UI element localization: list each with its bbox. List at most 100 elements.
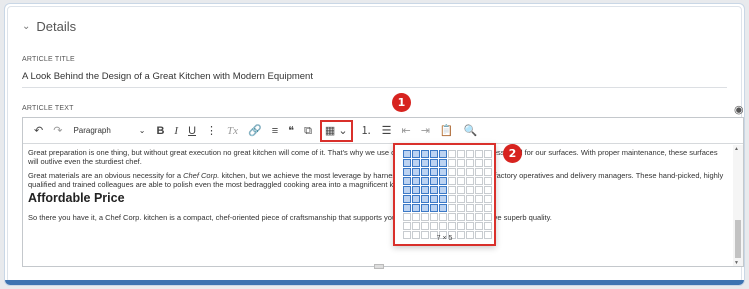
table-grid-cell[interactable] bbox=[439, 177, 447, 185]
table-grid-cell[interactable] bbox=[448, 213, 456, 221]
undo-icon[interactable]: ↶ bbox=[29, 122, 48, 140]
scroll-up-icon[interactable]: ▲ bbox=[734, 146, 739, 152]
table-grid-cell[interactable] bbox=[484, 150, 492, 158]
italic-button[interactable]: I bbox=[169, 122, 183, 140]
table-grid-cell[interactable] bbox=[412, 159, 420, 167]
insert-table-button[interactable]: ▦ ⌄ bbox=[319, 119, 353, 142]
table-grid-cell[interactable] bbox=[430, 204, 438, 212]
table-grid-cell[interactable] bbox=[403, 150, 411, 158]
scroll-down-icon[interactable]: ▼ bbox=[734, 260, 739, 266]
table-grid-cell[interactable] bbox=[475, 204, 483, 212]
table-grid-cell[interactable] bbox=[466, 150, 474, 158]
underline-button[interactable]: U bbox=[183, 122, 201, 140]
align-icon[interactable]: ≡ bbox=[267, 122, 283, 140]
details-section-toggle[interactable]: ⌄ Details bbox=[22, 19, 76, 34]
table-grid-cell[interactable] bbox=[475, 213, 483, 221]
table-grid-cell[interactable] bbox=[430, 159, 438, 167]
table-grid-cell[interactable] bbox=[448, 204, 456, 212]
blockquote-icon[interactable]: ❝ bbox=[283, 122, 299, 140]
table-grid-cell[interactable] bbox=[484, 213, 492, 221]
table-grid-cell[interactable] bbox=[484, 204, 492, 212]
table-grid-cell[interactable] bbox=[412, 150, 420, 158]
table-grid-cell[interactable] bbox=[412, 222, 420, 230]
table-grid-cell[interactable] bbox=[403, 177, 411, 185]
table-grid-cell[interactable] bbox=[457, 204, 465, 212]
table-grid-cell[interactable] bbox=[430, 150, 438, 158]
insert-media-icon[interactable]: ⧉ bbox=[299, 122, 317, 140]
table-grid-cell[interactable] bbox=[439, 222, 447, 230]
table-grid-cell[interactable] bbox=[457, 150, 465, 158]
table-grid-cell[interactable] bbox=[466, 195, 474, 203]
table-grid-cell[interactable] bbox=[484, 177, 492, 185]
link-icon[interactable]: 🔗 bbox=[243, 122, 267, 140]
clear-format-icon[interactable]: Tx bbox=[222, 122, 243, 140]
outdent-icon[interactable]: ⇤ bbox=[396, 122, 415, 140]
table-grid-cell[interactable] bbox=[412, 204, 420, 212]
table-grid-cell[interactable] bbox=[430, 168, 438, 176]
table-grid-cell[interactable] bbox=[439, 159, 447, 167]
table-grid-cell[interactable] bbox=[457, 159, 465, 167]
table-grid-cell[interactable] bbox=[430, 213, 438, 221]
table-grid-cell[interactable] bbox=[448, 168, 456, 176]
table-grid-cell[interactable] bbox=[466, 222, 474, 230]
table-grid-cell[interactable] bbox=[403, 213, 411, 221]
comment-icon[interactable]: ◉ bbox=[734, 103, 744, 116]
bullet-list-icon[interactable]: ☰ bbox=[377, 122, 397, 140]
find-replace-icon[interactable]: 🔍 bbox=[459, 122, 483, 140]
table-grid-cell[interactable] bbox=[403, 159, 411, 167]
table-grid-cell[interactable] bbox=[448, 159, 456, 167]
table-grid-cell[interactable] bbox=[412, 177, 420, 185]
resize-handle[interactable] bbox=[374, 264, 384, 269]
table-grid-cell[interactable] bbox=[448, 195, 456, 203]
editor-scrollbar[interactable]: ▲ ▼ bbox=[733, 145, 743, 266]
table-grid-cell[interactable] bbox=[466, 186, 474, 194]
table-grid-cell[interactable] bbox=[457, 177, 465, 185]
table-grid-cell[interactable] bbox=[475, 186, 483, 194]
table-grid-cell[interactable] bbox=[466, 204, 474, 212]
table-grid-cell[interactable] bbox=[421, 177, 429, 185]
article-title-input[interactable]: A Look Behind the Design of a Great Kitc… bbox=[22, 71, 313, 82]
table-grid-cell[interactable] bbox=[466, 213, 474, 221]
redo-icon[interactable]: ↷ bbox=[48, 122, 67, 140]
table-grid-cell[interactable] bbox=[421, 159, 429, 167]
table-grid-cell[interactable] bbox=[430, 195, 438, 203]
table-grid-cell[interactable] bbox=[448, 150, 456, 158]
table-grid-cell[interactable] bbox=[439, 168, 447, 176]
table-grid-cell[interactable] bbox=[475, 195, 483, 203]
table-grid-cell[interactable] bbox=[457, 186, 465, 194]
table-grid-cell[interactable] bbox=[412, 186, 420, 194]
table-grid-cell[interactable] bbox=[448, 177, 456, 185]
indent-icon[interactable]: ⇥ bbox=[416, 122, 435, 140]
table-grid-cell[interactable] bbox=[475, 150, 483, 158]
scrollbar-thumb[interactable] bbox=[735, 220, 741, 258]
table-grid-cell[interactable] bbox=[484, 222, 492, 230]
table-grid-cell[interactable] bbox=[466, 159, 474, 167]
table-grid-cell[interactable] bbox=[439, 204, 447, 212]
table-grid-cell[interactable] bbox=[475, 159, 483, 167]
table-grid-cell[interactable] bbox=[403, 195, 411, 203]
table-grid-cell[interactable] bbox=[466, 177, 474, 185]
table-grid-cell[interactable] bbox=[475, 177, 483, 185]
table-grid-cell[interactable] bbox=[484, 159, 492, 167]
table-grid-cell[interactable] bbox=[421, 168, 429, 176]
more-formatting-icon[interactable]: ⋮ bbox=[201, 122, 222, 140]
table-grid-cell[interactable] bbox=[430, 186, 438, 194]
bold-button[interactable]: B bbox=[151, 122, 169, 140]
table-grid-cell[interactable] bbox=[475, 222, 483, 230]
table-grid-cell[interactable] bbox=[457, 168, 465, 176]
table-grid-cell[interactable] bbox=[484, 195, 492, 203]
paste-icon[interactable]: 📋 bbox=[435, 122, 459, 140]
table-grid-cell[interactable] bbox=[439, 213, 447, 221]
table-grid-cell[interactable] bbox=[403, 222, 411, 230]
table-grid-cell[interactable] bbox=[403, 186, 411, 194]
table-grid-cell[interactable] bbox=[412, 168, 420, 176]
table-grid-cell[interactable] bbox=[403, 204, 411, 212]
table-grid-cell[interactable] bbox=[448, 222, 456, 230]
paragraph-format-select[interactable]: Paragraph ⌄ bbox=[67, 126, 151, 135]
table-grid-cell[interactable] bbox=[439, 150, 447, 158]
table-grid-cell[interactable] bbox=[484, 186, 492, 194]
table-grid-cell[interactable] bbox=[484, 168, 492, 176]
table-grid-cell[interactable] bbox=[412, 213, 420, 221]
table-grid-cell[interactable] bbox=[430, 177, 438, 185]
table-grid-cell[interactable] bbox=[457, 222, 465, 230]
